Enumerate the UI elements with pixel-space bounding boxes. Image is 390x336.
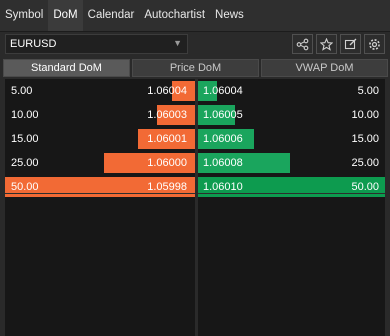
bid-row[interactable]: 5.00 1.06004	[5, 81, 195, 101]
ask-price: 1.06010	[203, 181, 243, 193]
star-icon[interactable]	[316, 34, 337, 54]
bid-price: 1.06001	[147, 133, 187, 145]
ask-size: 5.00	[357, 85, 379, 97]
dom-mode-switch: Standard DoM Price DoM VWAP DoM	[3, 59, 388, 77]
tab-calendar[interactable]: Calendar	[83, 0, 140, 31]
bid-price: 1.05998	[147, 181, 187, 193]
ask-size: 15.00	[351, 133, 379, 145]
mode-price-dom[interactable]: Price DoM	[132, 59, 259, 77]
ask-price: 1.06008	[203, 157, 243, 169]
bid-row[interactable]: 25.00 1.06000	[5, 153, 195, 173]
bid-size: 5.00	[11, 85, 33, 97]
ask-size: 10.00	[351, 109, 379, 121]
ask-row-selected[interactable]: 1.06010 50.00	[198, 177, 385, 197]
bid-row[interactable]: 10.00 1.06003	[5, 105, 195, 125]
tab-news[interactable]: News	[210, 0, 249, 31]
ask-size: 25.00	[351, 157, 379, 169]
divider	[5, 193, 195, 194]
dom-toolbar: EURUSD ▼	[0, 32, 390, 56]
share-icon[interactable]	[292, 34, 313, 54]
ask-price: 1.06005	[203, 109, 243, 121]
tab-autochartist[interactable]: Autochartist	[139, 0, 210, 31]
bid-size: 25.00	[11, 157, 39, 169]
bid-size: 10.00	[11, 109, 39, 121]
ask-size: 50.00	[351, 181, 379, 193]
ask-price: 1.06006	[203, 133, 243, 145]
edit-icon[interactable]	[340, 34, 361, 54]
bid-size: 50.00	[11, 181, 39, 193]
tab-bar: Symbol DoM Calendar Autochartist News	[0, 0, 390, 32]
ask-row[interactable]: 1.06005 10.00	[198, 105, 385, 125]
bid-price: 1.06003	[147, 109, 187, 121]
bid-size: 15.00	[11, 133, 39, 145]
ask-panel: 1.06004 5.00 1.06005 10.00 1.06006 15.00…	[198, 79, 385, 336]
ask-row[interactable]: 1.06004 5.00	[198, 81, 385, 101]
symbol-value: EURUSD	[10, 38, 57, 50]
ask-row[interactable]: 1.06008 25.00	[198, 153, 385, 173]
chevron-down-icon: ▼	[173, 38, 182, 48]
bid-price: 1.06000	[147, 157, 187, 169]
bid-price: 1.06004	[147, 85, 187, 97]
tab-symbol[interactable]: Symbol	[0, 0, 48, 31]
mode-vwap-dom[interactable]: VWAP DoM	[261, 59, 388, 77]
divider	[198, 193, 385, 194]
mode-standard-dom[interactable]: Standard DoM	[3, 59, 130, 77]
tab-dom[interactable]: DoM	[48, 0, 83, 31]
bid-row[interactable]: 15.00 1.06001	[5, 129, 195, 149]
settings-icon[interactable]	[364, 34, 385, 54]
symbol-select[interactable]: EURUSD ▼	[5, 34, 188, 54]
bid-row-selected[interactable]: 50.00 1.05998	[5, 177, 195, 197]
ask-row[interactable]: 1.06006 15.00	[198, 129, 385, 149]
ask-price: 1.06004	[203, 85, 243, 97]
bid-panel: 5.00 1.06004 10.00 1.06003 15.00 1.06001…	[5, 79, 195, 336]
